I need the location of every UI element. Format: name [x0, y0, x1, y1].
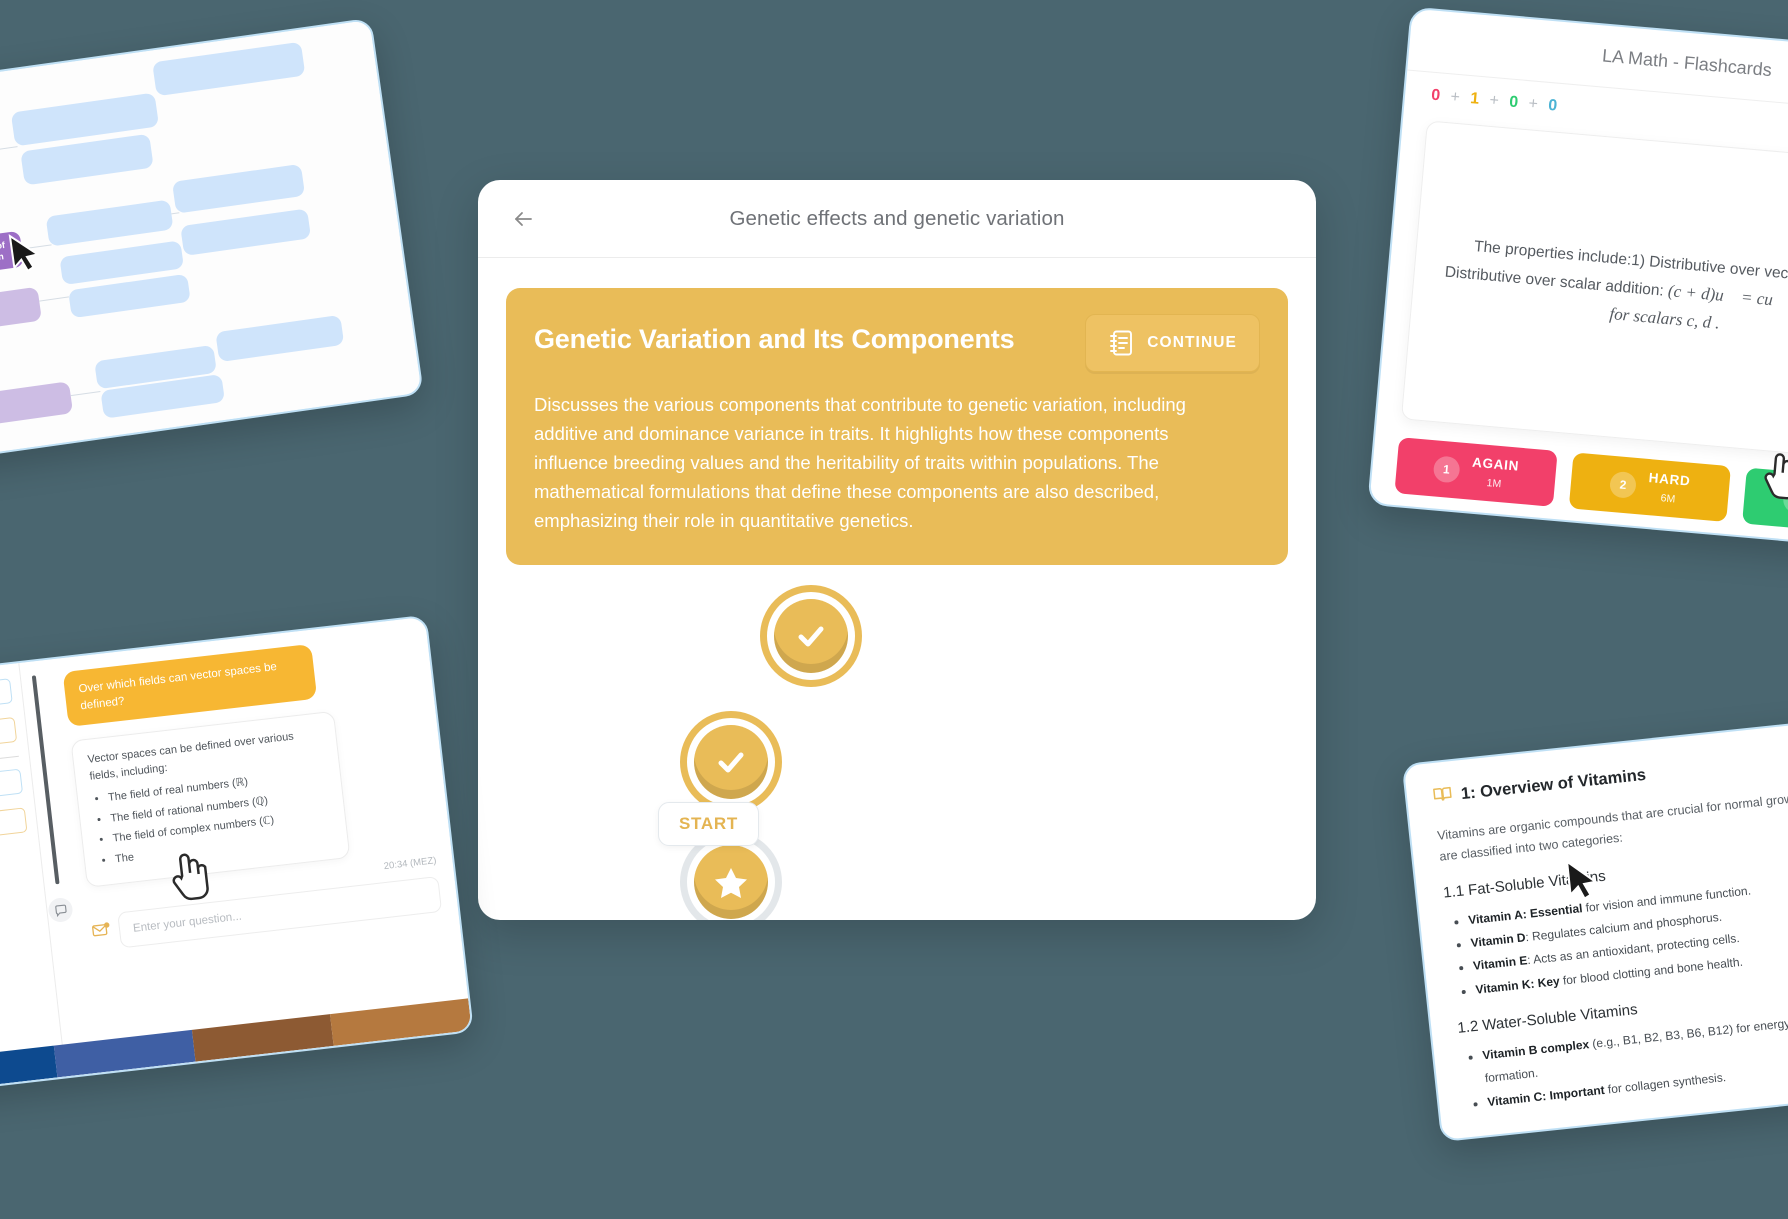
flashcard-panel[interactable]: LA Math - Flashcards 0 + 1 + 0 + 0 The p… — [1367, 6, 1788, 554]
count-sep: + — [1449, 88, 1462, 107]
grade-hard-button[interactable]: 2 HARD 6M — [1568, 452, 1732, 523]
book-icon — [1432, 785, 1453, 808]
grade-interval: 6M — [1660, 492, 1676, 506]
count-sep: + — [1488, 91, 1501, 110]
mindmap-node[interactable] — [180, 208, 312, 256]
grade-label: HARD — [1648, 470, 1692, 489]
start-button[interactable]: START — [658, 802, 759, 847]
page-title: Genetic effects and genetic variation — [729, 206, 1065, 230]
notebook-icon — [1108, 329, 1134, 357]
progress-node-completed-1[interactable] — [760, 585, 862, 688]
lesson-banner: Genetic Variation and Its Components CON… — [506, 288, 1288, 566]
strip-swatch — [0, 1045, 58, 1094]
chat-panel[interactable]: ...ktiv, ...orphismus ...V. ...wünschen … — [0, 614, 474, 1096]
chat-input-row: Enter your question... — [90, 876, 443, 951]
check-icon — [694, 725, 768, 800]
mindmap-edge — [0, 146, 18, 152]
mindmap-node[interactable] — [0, 286, 42, 334]
mindmap-node-label: Importance of Cell Division — [0, 239, 6, 269]
count-sep: + — [1527, 95, 1540, 114]
vitamins-document-panel[interactable]: 1: Overview of Vitamins Vitamins are org… — [1401, 707, 1788, 1143]
doc-snippet: ...ktiv, ...orphismus ...V. — [0, 678, 13, 718]
mindmap-node[interactable] — [171, 163, 306, 214]
item-term: Vitamin K: Key — [1474, 973, 1561, 997]
flashcard-formula-1: (c + d)u⃗ = cu⃗ + du⃗ — [1667, 280, 1788, 315]
progress-node-completed-2[interactable] — [680, 711, 782, 814]
doc-snippet: ...wünschen ...tät von φ — [0, 716, 18, 756]
vitamins-heading-text: 1: Overview of Vitamins — [1460, 765, 1647, 804]
mindmap-node[interactable] — [0, 381, 74, 427]
continue-button[interactable]: CONTINUE — [1085, 314, 1260, 372]
chat-question-bubble: Over which fields can vector spaces be d… — [62, 643, 318, 728]
mindmap-node[interactable] — [152, 41, 306, 97]
mail-attach-icon[interactable] — [91, 921, 111, 944]
lesson-progress-path: START — [506, 579, 1288, 920]
item-term: Vitamin B complex — [1481, 1037, 1590, 1063]
count-new: 0 — [1430, 86, 1442, 105]
continue-button-label: CONTINUE — [1147, 334, 1237, 351]
grade-label: AGAIN — [1471, 454, 1520, 474]
mindmap-panel[interactable]: Importance of Cell Division — [0, 17, 424, 467]
lesson-banner-description: Discusses the various components that co… — [534, 394, 1186, 532]
lesson-card[interactable]: Genetic effects and genetic variation Ge… — [478, 180, 1316, 920]
chat-bubble-icon[interactable] — [47, 896, 74, 924]
mindmap-edge — [70, 390, 101, 397]
mindmap-canvas[interactable]: Importance of Cell Division — [0, 19, 422, 465]
mindmap-node[interactable] — [215, 314, 345, 363]
back-arrow-icon[interactable] — [506, 202, 540, 236]
star-icon — [694, 845, 768, 920]
count-due: 0 — [1547, 96, 1559, 115]
mindmap-node-center[interactable]: Importance of Cell Division — [0, 230, 25, 280]
lesson-header: Genetic effects and genetic variation — [478, 180, 1316, 258]
grade-number: 1 — [1432, 455, 1461, 484]
grade-good-button[interactable]: 3 GOOD 10M — [1742, 467, 1788, 538]
mindmap-edge — [39, 296, 70, 302]
doc-snippet: ...t. — [0, 807, 28, 847]
item-term: Vitamin D — [1469, 930, 1527, 950]
grade-again-button[interactable]: 1 AGAIN 1M — [1394, 437, 1558, 507]
mindmap-edge — [21, 244, 52, 250]
grade-number: 3 — [1781, 485, 1788, 515]
mindmap-edge — [171, 212, 180, 215]
screenshot-stage: Importance of Cell Division LA Math - Fl… — [0, 0, 1788, 1219]
chat-answer-bubble: Vector spaces can be defined over variou… — [70, 711, 351, 889]
lesson-banner-title: Genetic Variation and Its Components — [534, 324, 1015, 354]
check-icon — [774, 599, 848, 674]
count-learning: 1 — [1469, 90, 1481, 108]
mindmap-node[interactable] — [45, 199, 174, 247]
flashcard-face[interactable]: The properties include:1) Distributive o… — [1400, 120, 1788, 464]
doc-snippet: ...·) ein K- — [0, 768, 24, 808]
grade-interval: 1M — [1486, 476, 1502, 491]
lesson-body: Genetic Variation and Its Components CON… — [478, 258, 1316, 920]
item-term: Vitamin E — [1472, 953, 1529, 974]
grade-number: 2 — [1608, 470, 1638, 499]
count-review: 0 — [1508, 93, 1520, 112]
